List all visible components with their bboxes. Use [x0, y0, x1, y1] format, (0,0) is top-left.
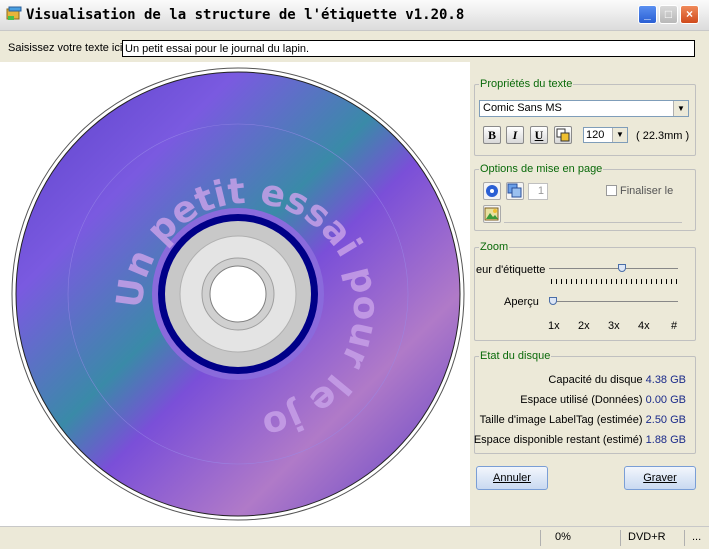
maximize-icon: □ — [664, 7, 673, 21]
free-space-value: 1.88 GB — [645, 434, 686, 446]
chevron-down-icon: ▼ — [612, 128, 627, 142]
layout-options-legend: Options de mise en page — [480, 163, 603, 175]
font-select[interactable]: Comic Sans MS ▼ — [479, 100, 689, 117]
used-space-row: Espace utilisé (Données) 0.00 GB — [520, 394, 686, 406]
zoom-tick-max: # — [671, 320, 678, 332]
chevron-down-icon: ▼ — [673, 101, 688, 116]
status-divider — [540, 530, 541, 546]
label-zoom-label: eur d'étiquette — [476, 264, 546, 276]
status-divider — [620, 530, 621, 546]
close-button[interactable]: × — [680, 5, 699, 24]
text-color-button[interactable] — [554, 126, 572, 144]
text-input-label: Saisissez votre texte ici — [8, 42, 123, 54]
status-progress: 0% — [555, 531, 571, 543]
label-zoom-ticks — [551, 279, 678, 284]
underline-button[interactable]: U — [530, 126, 548, 144]
font-size-mm: ( 22.3mm ) — [636, 130, 690, 142]
font-size-select[interactable]: 120 ▼ — [583, 127, 628, 143]
finalize-checkbox[interactable] — [606, 185, 617, 196]
text-properties-legend: Propriétés du texte — [480, 78, 573, 90]
minimize-button[interactable]: _ — [638, 5, 657, 24]
image-size-value: 2.50 GB — [645, 414, 686, 426]
image-size-row: Taille d'image LabelTag (estimée) 2.50 G… — [480, 414, 686, 426]
color-swatch-icon — [556, 128, 570, 142]
bold-button[interactable]: B — [483, 126, 501, 144]
zoom-tick-4x: 4x — [638, 320, 650, 332]
disc-preview: Un petit essai pour le journal du lapin. — [0, 30, 470, 526]
burn-button[interactable]: Graver — [624, 466, 696, 490]
status-media-type: DVD+R — [628, 531, 666, 543]
free-space-row: Espace disponible restant (estimé) 1.88 … — [474, 434, 686, 446]
free-space-label: Espace disponible restant (estimé) — [473, 434, 643, 446]
zoom-tick-3x: 3x — [608, 320, 620, 332]
copy-count-field[interactable]: 1 — [528, 183, 548, 200]
disc-graphic: Un petit essai pour le journal du lapin. — [0, 30, 465, 521]
zoom-tick-1x: 1x — [548, 320, 560, 332]
label-zoom-thumb[interactable] — [617, 264, 626, 272]
maximize-button[interactable]: □ — [659, 5, 678, 24]
duplicate-layout-button[interactable] — [506, 182, 524, 200]
copy-icon — [507, 183, 522, 198]
window-title: Visualisation de la structure de l'étiqu… — [26, 7, 465, 23]
circular-layout-button[interactable] — [483, 182, 501, 200]
picture-icon — [484, 207, 499, 221]
disc-capacity-row: Capacité du disque 4.38 GB — [548, 374, 686, 386]
status-more: ... — [692, 531, 702, 543]
finalize-label: Finaliser le — [620, 185, 674, 197]
disc-capacity-label: Capacité du disque — [548, 374, 643, 386]
disc-layout-icon — [486, 185, 498, 197]
zoom-legend: Zoom — [480, 241, 509, 253]
image-size-label: Taille d'image LabelTag (estimée) — [479, 414, 643, 426]
minimize-icon: _ — [644, 7, 651, 21]
text-properties-group: Propriétés du texte — [474, 78, 696, 156]
close-icon: × — [685, 7, 693, 21]
disc-state-legend: Etat du disque — [480, 350, 551, 362]
status-divider — [684, 530, 685, 546]
app-icon — [6, 6, 22, 20]
italic-button[interactable]: I — [506, 126, 524, 144]
status-bar: 0% DVD+R ... — [0, 526, 709, 549]
title-bar: Visualisation de la structure de l'étiqu… — [0, 0, 709, 31]
label-zoom-track — [549, 268, 678, 269]
used-space-value: 0.00 GB — [645, 394, 686, 406]
label-text-input[interactable] — [122, 40, 695, 57]
image-button[interactable] — [483, 205, 501, 223]
layout-divider — [504, 222, 682, 223]
preview-zoom-track — [549, 301, 678, 302]
font-size-value: 120 — [586, 129, 605, 141]
disc-capacity-value: 4.38 GB — [645, 374, 686, 386]
preview-zoom-thumb[interactable] — [549, 297, 557, 305]
font-select-value: Comic Sans MS — [483, 102, 562, 114]
preview-zoom-label: Aperçu — [504, 296, 539, 308]
zoom-tick-2x: 2x — [578, 320, 590, 332]
used-space-label: Espace utilisé (Données) — [520, 394, 643, 406]
cancel-button[interactable]: Annuler — [476, 466, 548, 490]
